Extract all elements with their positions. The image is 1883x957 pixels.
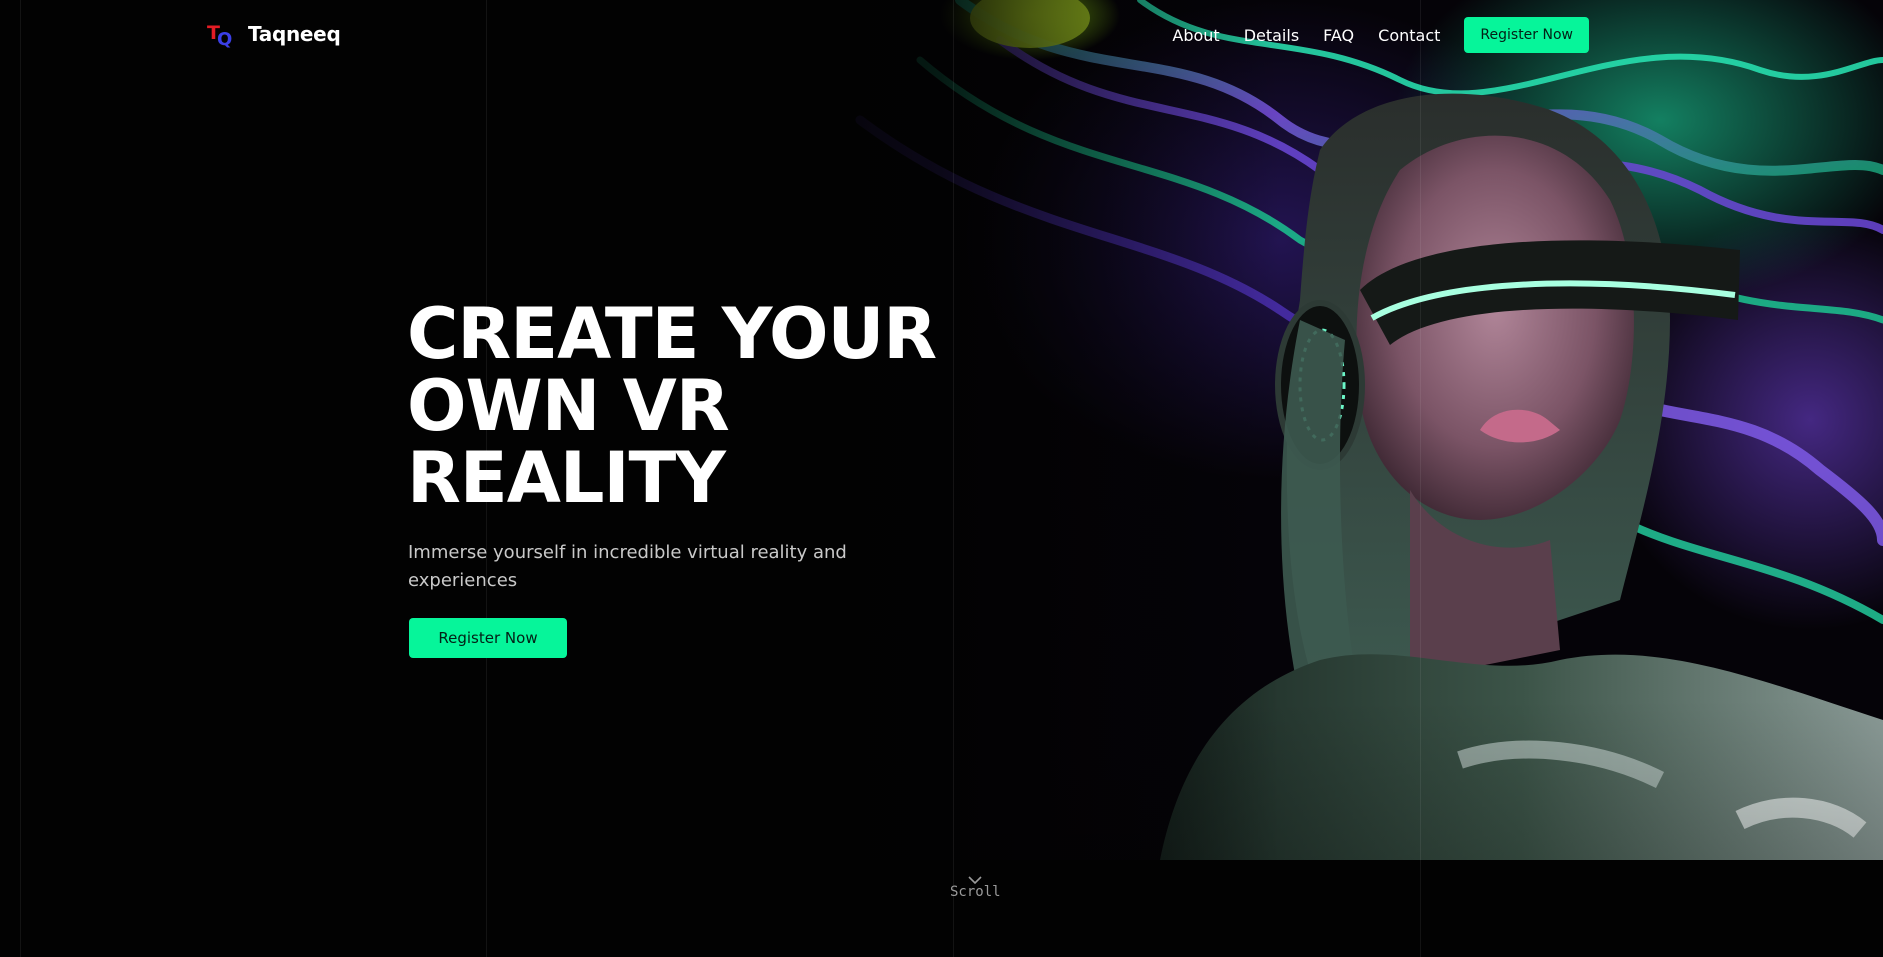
nav-link-contact[interactable]: Contact <box>1378 26 1440 45</box>
main-nav: About Details FAQ Contact Register Now <box>1172 17 1589 53</box>
hero-register-button[interactable]: Register Now <box>409 618 567 658</box>
grid-line <box>20 0 21 957</box>
nav-register-button[interactable]: Register Now <box>1464 17 1589 53</box>
nav-link-about[interactable]: About <box>1172 26 1219 45</box>
chevron-down-icon <box>968 870 982 885</box>
scroll-indicator[interactable]: Scroll <box>950 870 1001 900</box>
scroll-label: Scroll <box>950 884 1001 900</box>
nav-link-details[interactable]: Details <box>1244 26 1299 45</box>
brand-name: Taqneeq <box>248 22 341 46</box>
hero-title-line: CREATE YOUR <box>407 293 937 375</box>
hero-title-line: OWN VR <box>407 365 730 447</box>
hero-title: CREATE YOUR OWN VR REALITY <box>407 298 967 514</box>
hero-image-bottom-fade <box>760 700 1883 860</box>
grid-line <box>1420 0 1421 957</box>
svg-text:Q: Q <box>217 29 232 48</box>
landing-page: T Q Taqneeq About Details FAQ Contact Re… <box>0 0 1883 957</box>
taqneeq-logo-icon: T Q <box>206 20 236 50</box>
brand[interactable]: T Q Taqneeq <box>206 20 341 50</box>
hero-subtitle: Immerse yourself in incredible virtual r… <box>408 542 847 591</box>
nav-link-faq[interactable]: FAQ <box>1323 26 1354 45</box>
hero-title-line: REALITY <box>407 437 726 519</box>
